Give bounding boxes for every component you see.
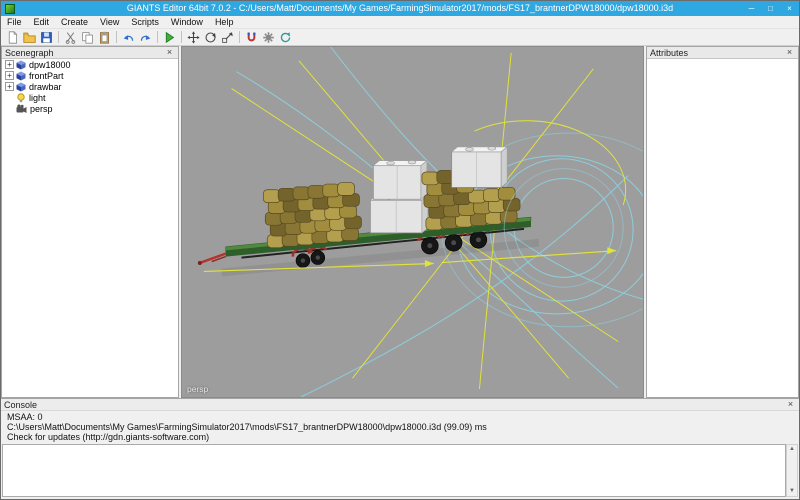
open-file-icon: [23, 31, 36, 44]
scenegraph-item-drawbar[interactable]: + drawbar: [2, 81, 178, 92]
menubar: FileEditCreateViewScriptsWindowHelp: [1, 16, 799, 29]
expand-toggle[interactable]: +: [5, 82, 14, 91]
attributes-header: Attributes ×: [647, 47, 798, 59]
new-file-button[interactable]: [4, 29, 21, 45]
translate-mode-button[interactable]: [185, 29, 202, 45]
scenegraph-item-dpw18000[interactable]: + dpw18000: [2, 59, 178, 70]
toolbar: [1, 29, 799, 46]
console-line: C:\Users\Matt\Documents\My Games\Farming…: [7, 422, 797, 432]
menu-view[interactable]: View: [94, 16, 125, 28]
rotate-mode-icon: [204, 31, 217, 44]
physics-toggle-icon: [262, 31, 275, 44]
expand-toggle[interactable]: +: [5, 71, 14, 80]
console-panel: Console × MSAA: 0C:\Users\Matt\Documents…: [1, 398, 799, 499]
main-area: Scenegraph × + dpw18000 + frontPart + drawbar…: [1, 46, 799, 398]
console-header: Console ×: [1, 399, 799, 411]
scale-mode-icon: [221, 31, 234, 44]
copy-icon: [81, 31, 94, 44]
scrollbar-track[interactable]: [787, 454, 797, 487]
toolbar-separator: [157, 31, 158, 43]
node-label: drawbar: [29, 82, 62, 92]
titlebar: GIANTS Editor 64bit 7.0.2 - C:/Users/Mat…: [1, 1, 799, 16]
scenegraph-tree: + dpw18000 + frontPart + drawbarlightpersp: [2, 59, 178, 397]
cube-icon: [16, 82, 26, 92]
viewport-camera-label: persp: [187, 384, 208, 394]
attributes-title: Attributes: [650, 48, 688, 58]
maximize-button[interactable]: □: [761, 1, 780, 16]
undo-icon: [122, 31, 135, 44]
reload-button[interactable]: [277, 29, 294, 45]
scenegraph-title: Scenegraph: [5, 48, 54, 58]
scroll-down-icon[interactable]: ▼: [787, 487, 797, 496]
app-icon: [5, 4, 15, 14]
window-title: GIANTS Editor 64bit 7.0.2 - C:/Users/Mat…: [1, 1, 799, 16]
console-input[interactable]: [2, 444, 786, 497]
paste-button[interactable]: [96, 29, 113, 45]
node-label: dpw18000: [29, 60, 71, 70]
play-icon: [163, 31, 176, 44]
undo-button[interactable]: [120, 29, 137, 45]
toolbar-separator: [181, 31, 182, 43]
console-title: Console: [4, 400, 37, 410]
viewport-3d-scene: [182, 47, 643, 397]
cut-icon: [64, 31, 77, 44]
minimize-button[interactable]: ─: [742, 1, 761, 16]
scenegraph-item-persp[interactable]: persp: [2, 103, 178, 114]
menu-create[interactable]: Create: [55, 16, 94, 28]
save-button[interactable]: [38, 29, 55, 45]
cube-icon: [16, 60, 26, 70]
play-button[interactable]: [161, 29, 178, 45]
cube-icon: [16, 71, 26, 81]
console-output: MSAA: 0C:\Users\Matt\Documents\My Games\…: [1, 411, 799, 443]
scenegraph-item-frontPart[interactable]: + frontPart: [2, 70, 178, 81]
expand-toggle[interactable]: +: [5, 60, 14, 69]
menu-window[interactable]: Window: [165, 16, 209, 28]
translate-mode-icon: [187, 31, 200, 44]
redo-icon: [139, 31, 152, 44]
menu-help[interactable]: Help: [209, 16, 240, 28]
scenegraph-header: Scenegraph ×: [2, 47, 178, 59]
node-label: frontPart: [29, 71, 64, 81]
viewport[interactable]: persp: [181, 46, 644, 398]
scroll-up-icon[interactable]: ▲: [787, 445, 797, 454]
scale-mode-button[interactable]: [219, 29, 236, 45]
console-line: Check for updates (http://gdn.giants-sof…: [7, 432, 797, 442]
toolbar-separator: [58, 31, 59, 43]
window-controls: ─ □ ×: [742, 1, 799, 16]
redo-button[interactable]: [137, 29, 154, 45]
light-icon: [16, 93, 26, 103]
menu-scripts[interactable]: Scripts: [125, 16, 165, 28]
menu-edit[interactable]: Edit: [28, 16, 56, 28]
scenegraph-item-light[interactable]: light: [2, 92, 178, 103]
console-line: MSAA: 0: [7, 412, 797, 422]
toolbar-separator: [239, 31, 240, 43]
menu-file[interactable]: File: [1, 16, 28, 28]
node-label: light: [29, 93, 46, 103]
giants-editor-window: GIANTS Editor 64bit 7.0.2 - C:/Users/Mat…: [0, 0, 800, 500]
attributes-close-button[interactable]: ×: [784, 47, 795, 58]
cut-button[interactable]: [62, 29, 79, 45]
physics-toggle-button[interactable]: [260, 29, 277, 45]
node-label: persp: [30, 104, 53, 114]
console-close-button[interactable]: ×: [785, 399, 796, 410]
new-file-icon: [6, 31, 19, 44]
close-button[interactable]: ×: [780, 1, 799, 16]
rotate-mode-button[interactable]: [202, 29, 219, 45]
open-file-button[interactable]: [21, 29, 38, 45]
attributes-body: [647, 59, 798, 397]
scenegraph-close-button[interactable]: ×: [164, 47, 175, 58]
paste-icon: [98, 31, 111, 44]
camera-icon: [16, 104, 27, 114]
copy-button[interactable]: [79, 29, 96, 45]
reload-icon: [279, 31, 292, 44]
attributes-panel: Attributes ×: [646, 46, 799, 398]
snap-toggle-icon: [245, 31, 258, 44]
toolbar-separator: [116, 31, 117, 43]
scenegraph-panel: Scenegraph × + dpw18000 + frontPart + drawbar…: [1, 46, 179, 398]
save-icon: [40, 31, 53, 44]
console-scrollbar[interactable]: ▲ ▼: [786, 444, 798, 497]
console-input-area: ▲ ▼: [2, 444, 798, 497]
snap-toggle-button[interactable]: [243, 29, 260, 45]
